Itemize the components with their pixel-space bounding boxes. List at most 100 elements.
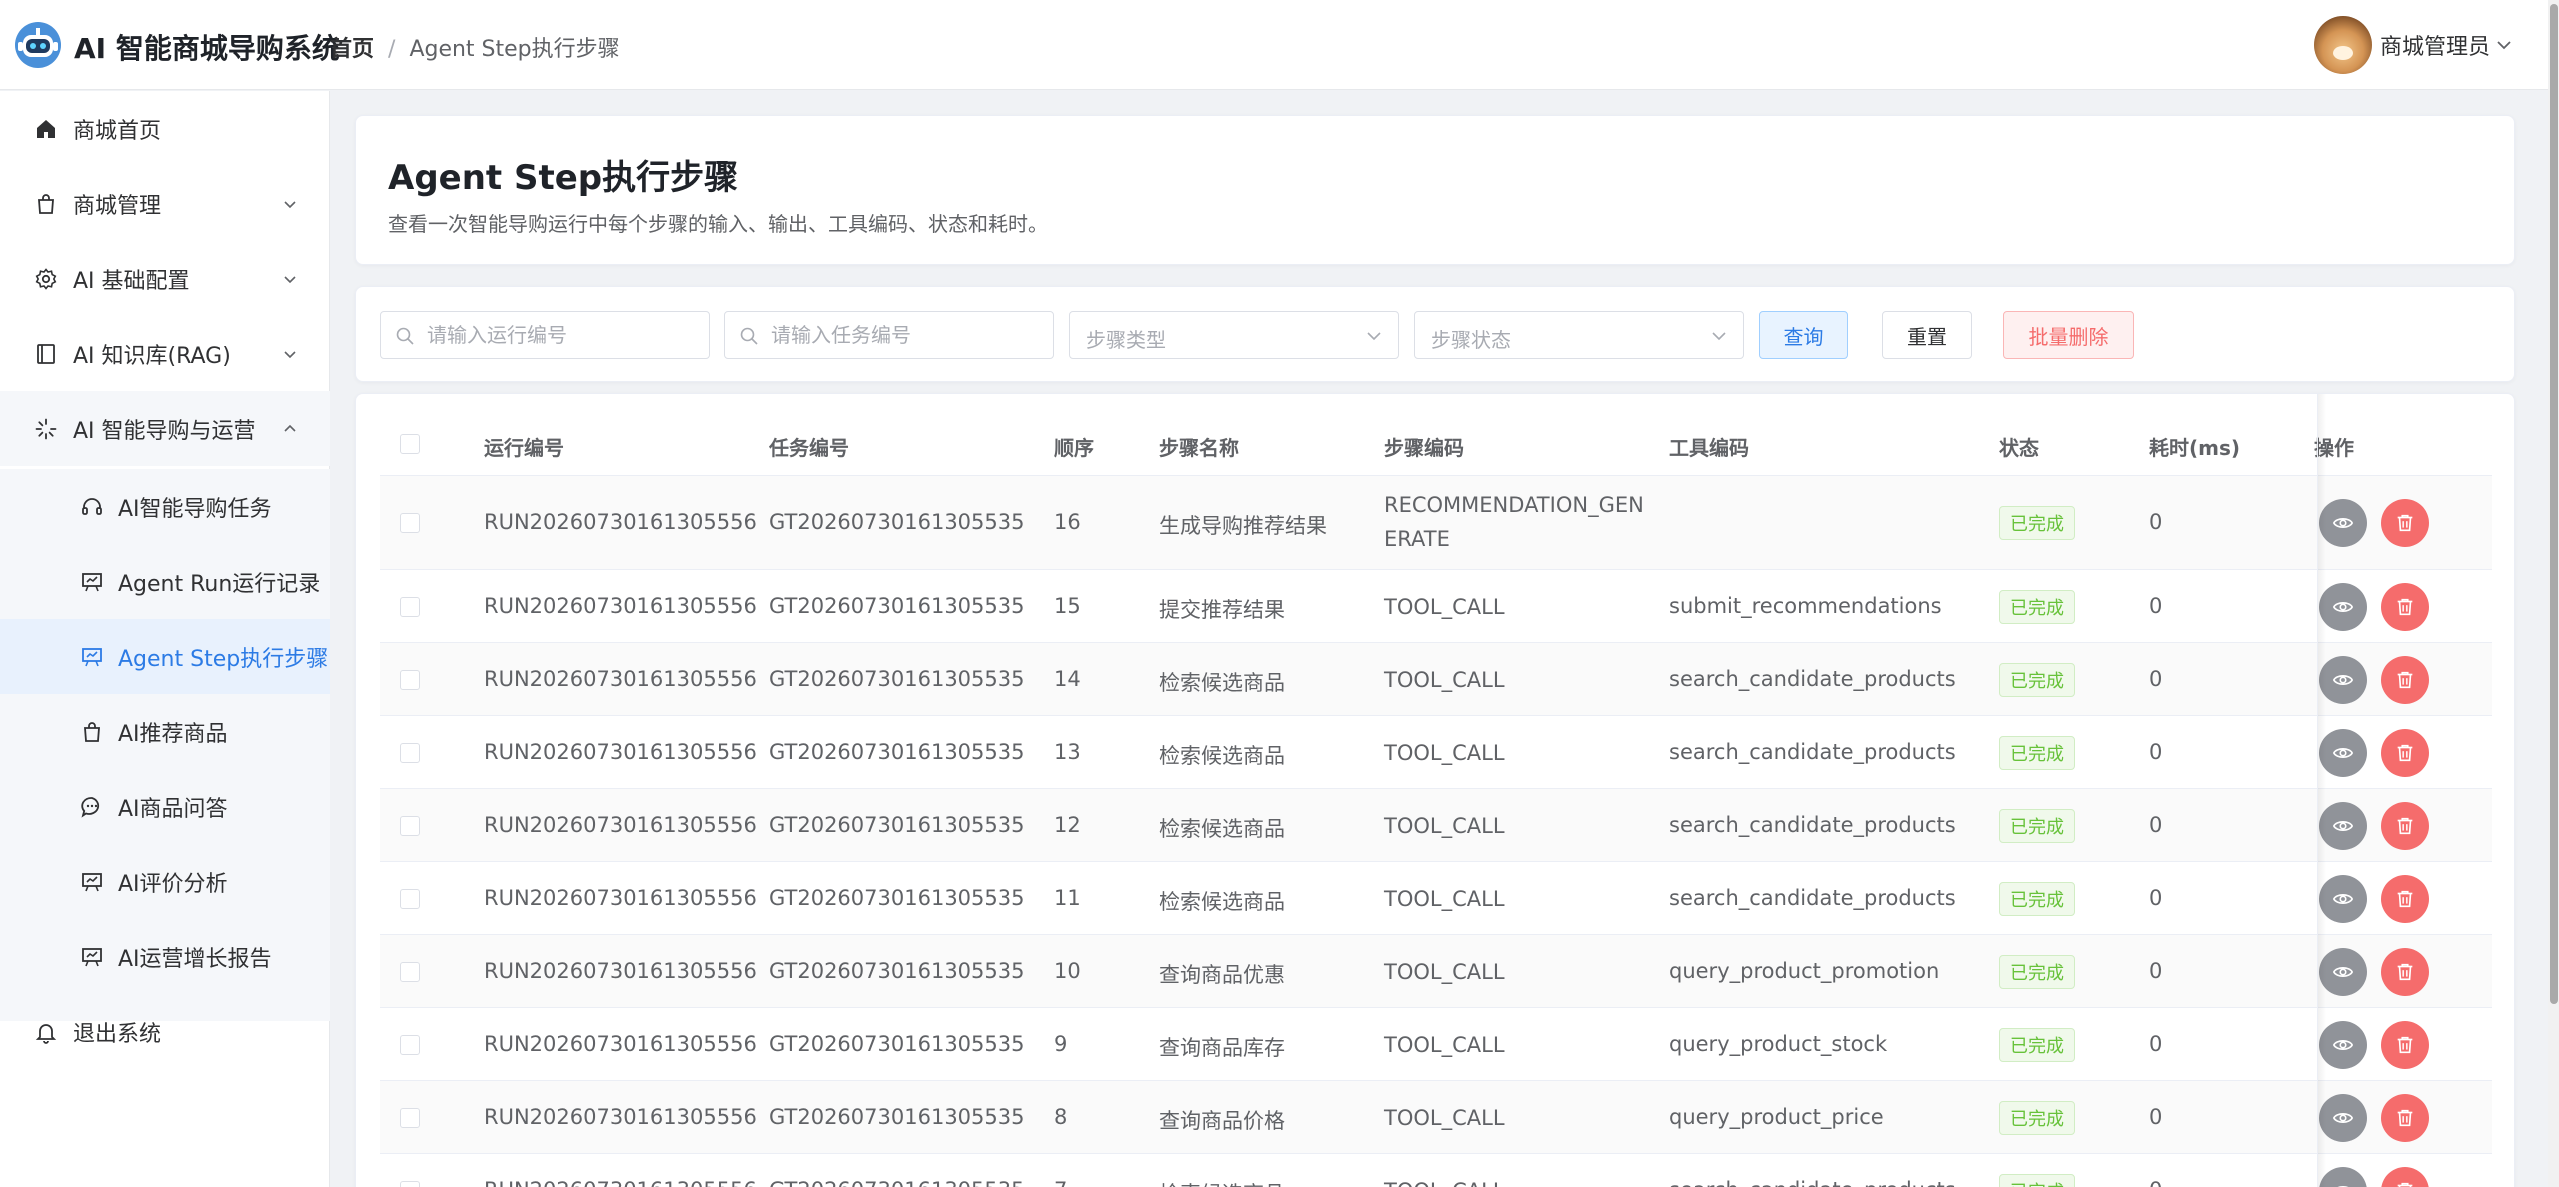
cell-task-no: GT20260730161305535 xyxy=(769,1178,1025,1187)
user-menu[interactable]: 商城管理员 xyxy=(2314,16,2514,74)
cell-run-no: RUN20260730161305556 xyxy=(484,885,757,910)
task-no-input[interactable] xyxy=(771,320,1041,350)
table-row: RUN20260730161305556 GT20260730161305535 1… xyxy=(380,935,2492,1008)
eye-icon xyxy=(2332,966,2354,977)
cell-task-no: GT20260730161305535 xyxy=(769,885,1025,910)
sidebar-item-ai-shopping-ops[interactable]: AI 智能导购与运营 xyxy=(0,391,330,466)
row-checkbox[interactable] xyxy=(400,888,420,909)
chevron-down-icon[interactable] xyxy=(2494,35,2514,55)
eye-icon xyxy=(2332,674,2354,685)
cell-run-no: RUN20260730161305556 xyxy=(484,739,757,764)
table-row: RUN20260730161305556 GT20260730161305535 7… xyxy=(380,1154,2492,1187)
cell-duration: 0 xyxy=(2149,958,2163,983)
cell-run-no: RUN20260730161305556 xyxy=(484,1178,757,1187)
table-header-row: 运行编号 任务编号 顺序 步骤名称 步骤编码 工具编码 状态 耗时(ms) 操作 xyxy=(380,394,2492,476)
view-button[interactable] xyxy=(2319,1093,2367,1142)
column-header-sequence: 顺序 xyxy=(1054,436,1094,460)
row-checkbox[interactable] xyxy=(400,669,420,690)
cell-sequence: 11 xyxy=(1054,885,1081,910)
cell-run-no: RUN20260730161305556 xyxy=(484,1031,757,1056)
delete-button[interactable] xyxy=(2381,655,2429,704)
delete-button[interactable] xyxy=(2381,582,2429,631)
chart-board-icon xyxy=(82,572,102,591)
cell-duration: 0 xyxy=(2149,593,2163,618)
select-all-checkbox[interactable] xyxy=(400,434,420,454)
view-button[interactable] xyxy=(2319,801,2367,850)
delete-button[interactable] xyxy=(2381,1020,2429,1069)
cell-run-no: RUN20260730161305556 xyxy=(484,593,757,618)
delete-button[interactable] xyxy=(2381,728,2429,777)
sidebar-item-agent-run[interactable]: Agent Run运行记录 xyxy=(0,544,330,619)
page-scrollbar-thumb[interactable] xyxy=(2550,4,2558,1004)
batch-delete-button[interactable]: 批量删除 xyxy=(2003,311,2134,359)
row-checkbox[interactable] xyxy=(400,1034,420,1055)
sidebar-item-ai-growth-report[interactable]: AI运营增长报告 xyxy=(0,919,330,994)
chevron-down-icon xyxy=(284,275,296,283)
search-icon xyxy=(740,327,758,345)
row-checkbox[interactable] xyxy=(400,961,420,982)
cell-task-no: GT20260730161305535 xyxy=(769,1104,1025,1129)
status-badge: 已完成 xyxy=(1999,1173,2075,1187)
run-no-field[interactable] xyxy=(380,311,710,359)
sidebar-item-logout[interactable]: 退出系统 xyxy=(0,994,330,1069)
row-checkbox[interactable] xyxy=(400,815,420,836)
breadcrumb-home[interactable]: 首页 xyxy=(330,37,374,62)
sidebar-item-ai-product-qa[interactable]: AI商品问答 xyxy=(0,769,330,844)
delete-button[interactable] xyxy=(2381,874,2429,923)
row-checkbox[interactable] xyxy=(400,596,420,617)
view-button[interactable] xyxy=(2319,728,2367,777)
view-button[interactable] xyxy=(2319,1166,2367,1187)
sidebar-item-ai-knowledge-base[interactable]: AI 知识库(RAG) xyxy=(0,316,330,391)
trash-icon xyxy=(2397,671,2413,688)
delete-button[interactable] xyxy=(2381,947,2429,996)
row-checkbox[interactable] xyxy=(400,513,420,533)
sidebar-item-ai-recommend-products[interactable]: AI推荐商品 xyxy=(0,694,330,769)
view-button[interactable] xyxy=(2319,655,2367,704)
view-button[interactable] xyxy=(2319,947,2367,996)
sidebar-item-mall-management[interactable]: 商城管理 xyxy=(0,166,330,241)
view-button[interactable] xyxy=(2319,582,2367,631)
avatar[interactable] xyxy=(2314,16,2372,74)
run-no-input[interactable] xyxy=(427,320,697,350)
step-status-placeholder: 步骤状态 xyxy=(1431,328,1511,352)
row-checkbox[interactable] xyxy=(400,1180,420,1187)
delete-button[interactable] xyxy=(2381,1093,2429,1142)
sidebar-item-ai-config[interactable]: AI 基础配置 xyxy=(0,241,330,316)
sidebar-item-label: AI 基础配置 xyxy=(73,268,190,294)
sparkle-icon xyxy=(35,418,57,439)
cell-step-name: 检索候选商品 xyxy=(1159,1178,1285,1187)
cell-tool-code: query_product_stock xyxy=(1669,1031,1888,1056)
delete-button[interactable] xyxy=(2381,801,2429,850)
reset-button[interactable]: 重置 xyxy=(1882,311,1972,359)
cell-step-code: RECOMMENDATION_GENERATE xyxy=(1384,493,1644,551)
cell-task-no: GT20260730161305535 xyxy=(769,510,1025,534)
cell-step-code: TOOL_CALL xyxy=(1384,740,1505,765)
row-checkbox[interactable] xyxy=(400,742,420,763)
query-button[interactable]: 查询 xyxy=(1759,311,1848,359)
sidebar-item-mall-home[interactable]: 商城首页 xyxy=(0,91,330,166)
view-button[interactable] xyxy=(2319,874,2367,923)
step-status-select[interactable]: 步骤状态 xyxy=(1414,311,1744,359)
view-button[interactable] xyxy=(2319,1020,2367,1069)
sidebar-item-agent-step[interactable]: Agent Step执行步骤 xyxy=(0,619,330,694)
page-description: 查看一次智能导购运行中每个步骤的输入、输出、工具编码、状态和耗时。 xyxy=(388,212,1048,236)
cell-task-no: GT20260730161305535 xyxy=(769,812,1025,837)
user-name[interactable]: 商城管理员 xyxy=(2380,29,2490,61)
status-badge: 已完成 xyxy=(1999,808,2075,843)
delete-button[interactable] xyxy=(2381,1166,2429,1187)
step-type-select[interactable]: 步骤类型 xyxy=(1069,311,1399,359)
chevron-down-icon xyxy=(284,200,296,208)
sidebar-item-ai-shopping-task[interactable]: AI智能导购任务 xyxy=(0,469,330,544)
delete-button[interactable] xyxy=(2381,499,2429,547)
status-badge: 已完成 xyxy=(1999,1027,2075,1062)
cell-tool-code: query_product_price xyxy=(1669,1104,1884,1129)
cell-sequence: 14 xyxy=(1054,666,1081,691)
sidebar: 商城首页 商城管理 AI 基础配置 AI 知识库(RAG) AI 智能导购与运营… xyxy=(0,91,330,1187)
view-button[interactable] xyxy=(2319,499,2367,547)
cell-duration: 0 xyxy=(2149,1104,2163,1129)
row-checkbox[interactable] xyxy=(400,1107,420,1128)
cell-tool-code: search_candidate_products xyxy=(1669,812,1956,837)
sidebar-item-ai-review-analysis[interactable]: AI评价分析 xyxy=(0,844,330,919)
task-no-field[interactable] xyxy=(724,311,1054,359)
table-row: RUN20260730161305556 GT20260730161305535 1… xyxy=(380,570,2492,643)
